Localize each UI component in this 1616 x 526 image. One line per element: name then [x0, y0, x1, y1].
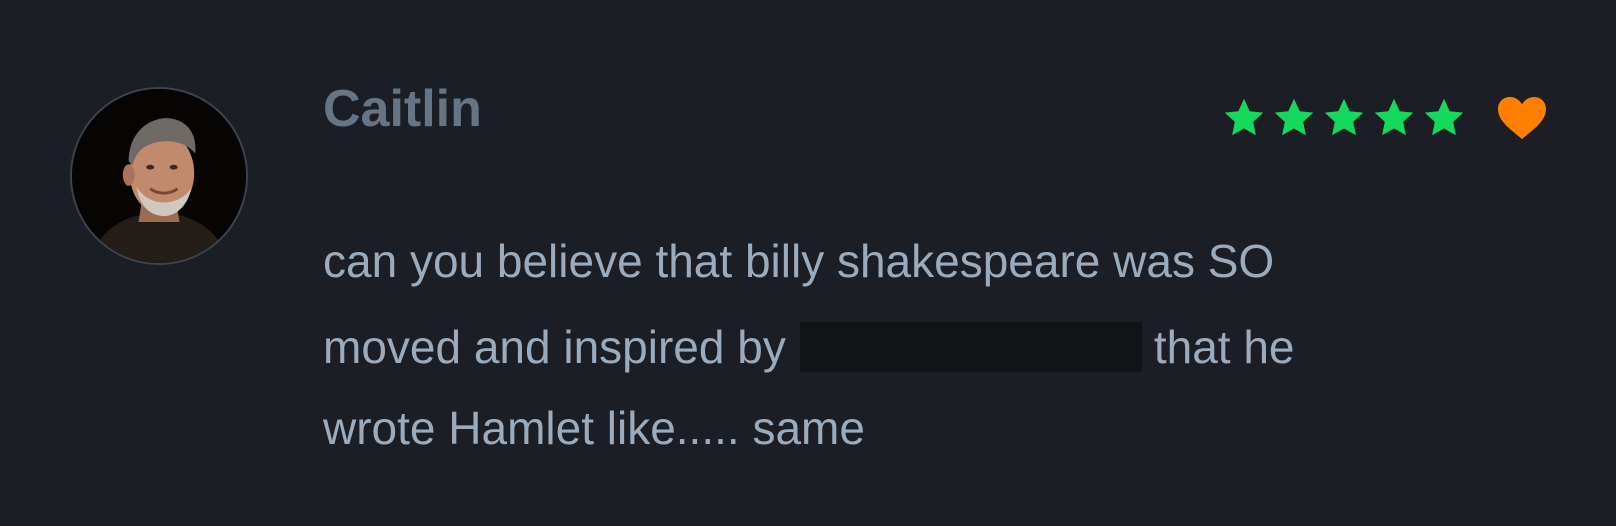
star-icon [1422, 96, 1466, 140]
avatar-photo [72, 89, 246, 263]
review-author[interactable]: Caitlin [323, 74, 482, 144]
star-rating [1222, 92, 1546, 144]
redaction-block [799, 321, 1142, 372]
review-text-line: wrote Hamlet like..... same [323, 402, 865, 454]
review-text-line: moved and inspired by that he [323, 304, 1523, 390]
heart-icon[interactable] [1498, 97, 1546, 139]
review-text-fragment: that he [1153, 321, 1295, 373]
star-icon [1272, 96, 1316, 140]
review-text-fragment: moved and inspired by [323, 321, 786, 373]
star-icon [1372, 96, 1416, 140]
star-icon [1222, 96, 1266, 140]
review-card: Caitlin can you believe that billy shake… [0, 0, 1616, 526]
star-icon [1322, 96, 1366, 140]
review-text-line: can you believe that billy shakespeare w… [323, 235, 1275, 287]
avatar[interactable] [70, 87, 248, 265]
review-text: can you believe that billy shakespeare w… [323, 218, 1523, 466]
